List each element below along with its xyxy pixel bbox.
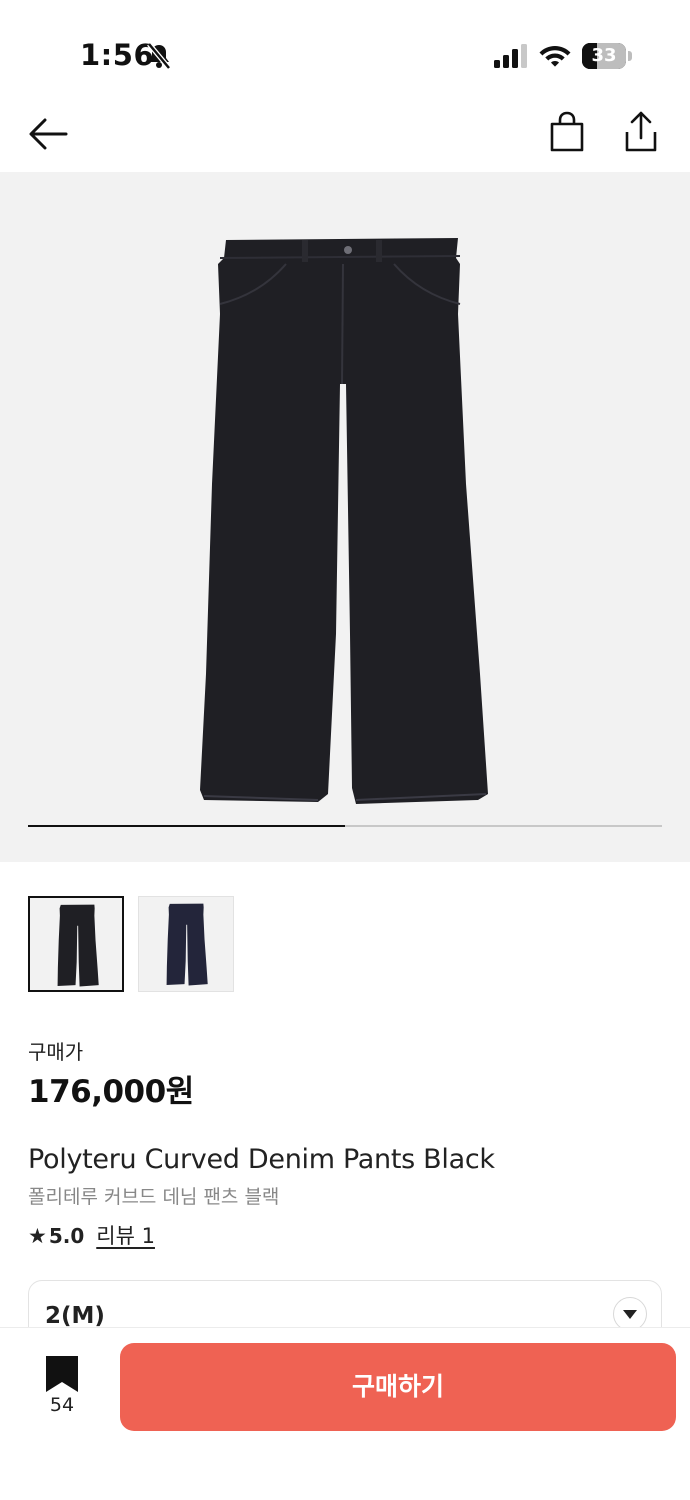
battery-indicator: 33 [582,43,632,69]
triangle-down-icon [623,1310,637,1319]
cellular-signal-icon [494,44,527,68]
battery-percent: 33 [591,45,617,66]
buy-button[interactable]: 구매하기 [120,1343,676,1431]
thumbnail-pants-image [57,904,99,987]
rating-value: 5.0 [48,1224,85,1248]
chevron-down-icon[interactable] [613,1297,647,1331]
status-bar: 1:56 33 [0,0,690,100]
battery-tip [628,51,632,61]
product-price: 176,000원 [28,1074,194,1110]
wifi-icon [539,46,571,67]
bookmark-button[interactable]: 54 [40,1356,84,1420]
arrow-left-icon[interactable] [24,110,72,158]
product-rating: ★ 5.0 리뷰 1 [28,1222,155,1250]
status-time: 1:56 [80,38,155,72]
share-icon[interactable] [618,108,664,156]
product-name-korean: 폴리테루 커브드 데님 팬츠 블랙 [28,1186,280,1208]
battery-body: 33 [582,43,626,69]
carousel-progress [28,825,662,827]
bell-muted-icon [147,42,171,70]
thumbnail-1[interactable] [28,896,124,992]
review-link[interactable]: 리뷰 1 [96,1222,155,1250]
shopping-bag-icon[interactable] [544,108,590,156]
bookmark-count: 54 [49,1394,75,1416]
product-image-pants [200,238,488,804]
bottom-action-bar: 54 구매하기 [0,1327,690,1500]
product-name: Polyteru Curved Denim Pants Black [28,1144,495,1175]
bookmark-icon [46,1356,78,1392]
price-label: 구매가 [28,1040,84,1064]
size-option-value: 2(M) [45,1303,105,1329]
carousel-progress-fill [28,825,345,827]
star-icon: ★ [28,1224,47,1248]
product-image-carousel[interactable] [0,172,690,862]
thumbnail-pants-image [166,903,208,986]
thumbnail-2[interactable] [138,896,234,992]
